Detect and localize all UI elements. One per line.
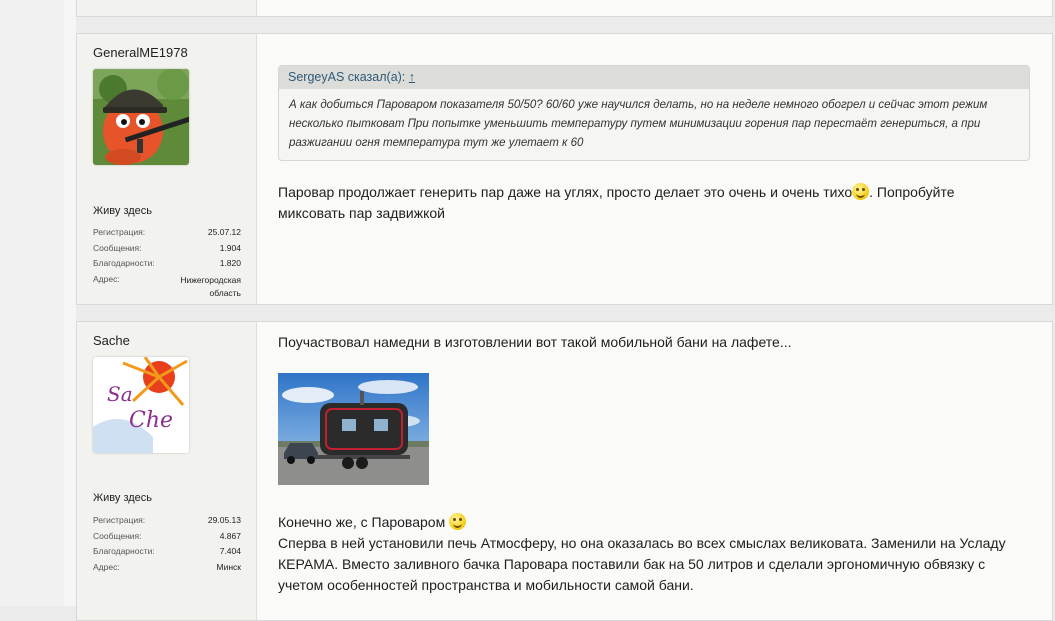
stat-label: Благодарности: — [93, 546, 155, 556]
stat-label: Адрес: — [93, 561, 120, 572]
post-message: Конечно же, с Пароваром Сперва в ней уст… — [278, 512, 1018, 596]
stat-thanks: Благодарности: 7.404 — [93, 546, 241, 562]
quote-jump-arrow-icon[interactable]: ↑ — [409, 70, 415, 84]
user-stats: Регистрация: 29.05.13 Сообщения: 4.867 Б… — [93, 515, 241, 577]
post-user-column: GeneralME1978 Живу здесь Регистрация: 25… — [77, 34, 257, 304]
post: Sache Sa Che Живу здесь Регистрация: 29.… — [76, 321, 1053, 621]
stat-label: Адрес: — [93, 273, 120, 284]
quote-block: SergeyAS сказал(а): ↑ А как добиться Пар… — [278, 65, 1030, 161]
stat-value: Нижегородская область — [180, 274, 241, 298]
stat-label: Сообщения: — [93, 530, 142, 541]
post-body: SergeyAS сказал(а): ↑ А как добиться Пар… — [257, 34, 1052, 304]
stat-value: 1.820 — [219, 258, 241, 268]
stat-messages: Сообщения: 4.867 — [93, 531, 241, 547]
post: GeneralME1978 Живу здесь Регистрация: 25… — [76, 33, 1053, 305]
username[interactable]: Sache — [93, 333, 130, 348]
user-stats: Регистрация: 25.07.12 Сообщения: 1.904 Б… — [93, 227, 241, 298]
stat-value: 25.07.12 — [207, 227, 241, 237]
post-user-column: Sache Sa Che Живу здесь Регистрация: 29.… — [77, 322, 257, 620]
left-margin — [0, 0, 64, 606]
user-title: Живу здесь — [93, 205, 153, 217]
stat-messages: Сообщения: 1.904 — [93, 243, 241, 259]
message-text: Сперва в ней установили печь Атмосферу, … — [278, 535, 1006, 593]
stat-label: Регистрация: — [93, 227, 146, 237]
previous-post-bottom — [76, 0, 1053, 17]
post-message: Паровар продолжает генерить пар даже на … — [278, 182, 1018, 224]
stat-label: Сообщения: — [93, 242, 142, 253]
message-text: Паровар продолжает генерить пар даже на … — [278, 184, 853, 200]
stat-label: Благодарности: — [93, 258, 155, 268]
stat-thanks: Благодарности: 1.820 — [93, 258, 241, 274]
avatar-text: Sa — [107, 382, 133, 406]
post-image[interactable] — [278, 373, 429, 485]
stat-value[interactable]: 1.904 — [220, 243, 241, 259]
quote-header: SergeyAS сказал(а): ↑ — [279, 66, 1029, 89]
stat-registration: Регистрация: 29.05.13 — [93, 515, 241, 531]
quote-author: SergeyAS сказал(а): — [288, 70, 406, 84]
avatar[interactable]: Sa Che — [93, 357, 189, 453]
smiley-icon — [449, 513, 467, 530]
stat-address: Адрес: Нижегородская область — [93, 273, 241, 298]
post-body: Поучаствовал намедни в изготовлении вот … — [257, 322, 1052, 620]
avatar[interactable] — [93, 69, 189, 165]
user-title: Живу здесь — [93, 492, 153, 504]
stat-value: 7.404 — [219, 546, 241, 556]
stat-value: Минск — [216, 561, 242, 572]
stat-address: Адрес: Минск — [93, 562, 241, 578]
stat-registration: Регистрация: 25.07.12 — [93, 227, 241, 243]
message-text: Конечно же, с Пароваром — [278, 514, 450, 530]
avatar-text: Che — [129, 408, 173, 433]
post-user-column — [77, 0, 257, 16]
post-intro: Поучаствовал намедни в изготовлении вот … — [278, 334, 792, 350]
stat-value[interactable]: 4.867 — [220, 531, 241, 547]
quote-text: А как добиться Пароваром показателя 50/5… — [289, 99, 988, 149]
stat-label: Регистрация: — [93, 515, 146, 525]
username[interactable]: GeneralME1978 — [93, 45, 188, 60]
stat-value: 29.05.13 — [207, 515, 241, 525]
left-margin-inner — [64, 0, 76, 606]
smiley-icon — [852, 183, 870, 200]
